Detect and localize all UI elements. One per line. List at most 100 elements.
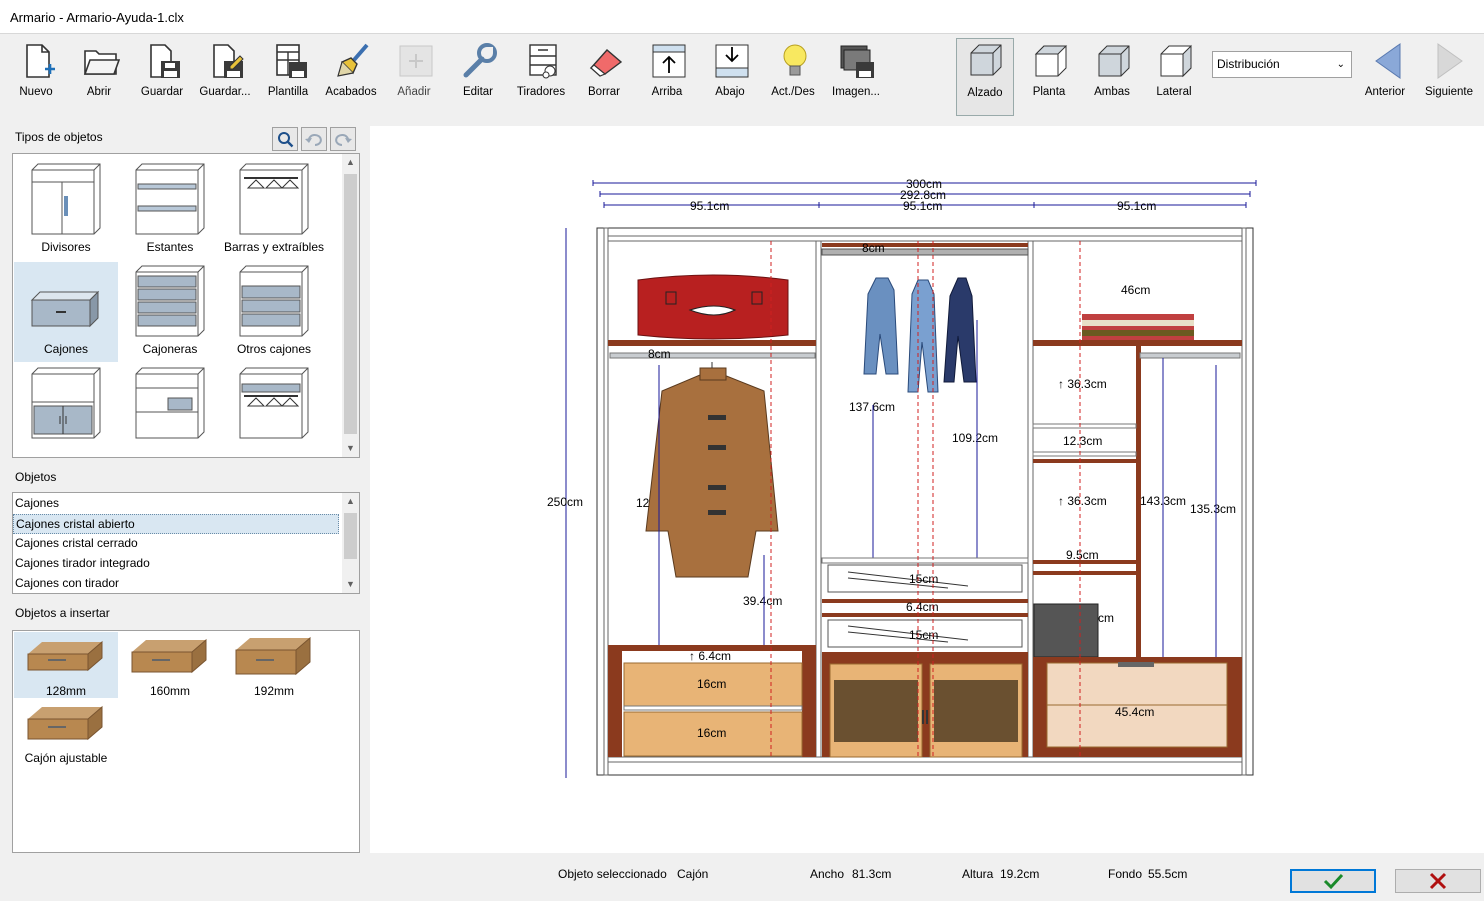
plan-view-button[interactable]: Planta bbox=[1018, 40, 1080, 106]
lightbulb-icon bbox=[783, 44, 807, 76]
dim-6cm-mid: 6.4cm bbox=[906, 600, 939, 614]
type-tile-divisores[interactable]: Divisores bbox=[14, 160, 118, 260]
cube-top-icon bbox=[1034, 45, 1068, 77]
insert-label: 128mm bbox=[45, 684, 86, 698]
selected-object-label: Objeto seleccionado bbox=[558, 867, 667, 881]
arrow-up-icon bbox=[652, 44, 686, 78]
types-scrollbar[interactable]: ▲ ▼ bbox=[342, 154, 359, 457]
dim-15cm-b: 15cm bbox=[909, 628, 938, 642]
height-label: Altura bbox=[962, 867, 994, 881]
edit-button[interactable]: Editar bbox=[447, 40, 509, 106]
ok-button[interactable] bbox=[1290, 869, 1376, 893]
toolbar: Nuevo Abrir Guardar Guardar... Plantilla… bbox=[0, 34, 1484, 126]
dim-cm-box: cm bbox=[1098, 611, 1114, 625]
side-view-label: Lateral bbox=[1156, 86, 1192, 98]
type-label: Barras y extraíbles bbox=[223, 240, 325, 254]
dim-12-left: 12 bbox=[636, 496, 650, 510]
open-button[interactable]: Abrir bbox=[68, 40, 130, 106]
search-button[interactable] bbox=[272, 127, 298, 151]
folded-clothes-item bbox=[1082, 314, 1194, 340]
scroll-down-icon[interactable]: ▼ bbox=[342, 440, 359, 457]
view-mode-value: Distribución bbox=[1217, 57, 1280, 71]
dim-module-2: 95.1cm bbox=[903, 199, 942, 213]
type-tile-accesorios[interactable] bbox=[118, 364, 222, 456]
drawer-adjustable-icon bbox=[27, 705, 103, 741]
image-label: Imagen... bbox=[832, 86, 880, 98]
shelf bbox=[608, 340, 816, 346]
list-item[interactable]: Cajones bbox=[13, 494, 339, 514]
elevation-view-button[interactable]: Alzado bbox=[956, 38, 1014, 116]
previous-label: Anterior bbox=[1364, 86, 1406, 98]
finishes-button[interactable]: Acabados bbox=[320, 40, 382, 106]
triangle-right-icon bbox=[1437, 43, 1463, 79]
scroll-up-icon[interactable]: ▲ bbox=[342, 493, 359, 510]
move-down-button[interactable]: Abajo bbox=[699, 40, 761, 106]
redo-button[interactable] bbox=[330, 127, 356, 151]
objects-scrollbar[interactable]: ▲ ▼ bbox=[342, 493, 359, 593]
add-button[interactable]: Añadir bbox=[383, 40, 445, 106]
title-bar: Armario - Armario-Ayuda-1.clx bbox=[0, 0, 1484, 34]
insert-item-128[interactable]: 128mm bbox=[14, 632, 118, 698]
decoration-thumbnail bbox=[239, 367, 309, 439]
dim-137cm: 137.6cm bbox=[849, 400, 895, 414]
objects-heading: Objetos bbox=[15, 470, 57, 484]
image-icon bbox=[840, 45, 874, 78]
new-button[interactable]: Nuevo bbox=[5, 40, 67, 106]
next-button[interactable]: Siguiente bbox=[1418, 40, 1480, 106]
dim-6cm-left: ↑ 6.4cm bbox=[689, 649, 731, 663]
search-icon bbox=[278, 132, 294, 148]
type-tile-estantes[interactable]: Estantes bbox=[118, 160, 222, 260]
design-canvas[interactable]: 300cm 292.8cm 95.1cm 95.1cm 95.1cm 250cm bbox=[370, 126, 1484, 853]
scroll-thumb[interactable] bbox=[344, 174, 357, 434]
type-tile-barras[interactable]: Barras y extraíbles bbox=[222, 160, 326, 260]
list-item[interactable]: Cajones tirador integrado bbox=[13, 554, 339, 574]
type-label: Divisores bbox=[41, 240, 91, 254]
save-button[interactable]: Guardar bbox=[131, 40, 193, 106]
type-tile-otros-cajones[interactable]: Otros cajones bbox=[222, 262, 326, 362]
scroll-thumb[interactable] bbox=[344, 513, 357, 559]
type-tile-puertas[interactable] bbox=[14, 364, 118, 456]
template-button[interactable]: Plantilla bbox=[257, 40, 319, 106]
handles-button[interactable]: Tiradores bbox=[510, 40, 572, 106]
save-as-button[interactable]: Guardar... bbox=[194, 40, 256, 106]
move-up-button[interactable]: Arriba bbox=[636, 40, 698, 106]
cancel-button[interactable] bbox=[1395, 869, 1481, 893]
cube-both-icon bbox=[1098, 45, 1130, 77]
both-view-button[interactable]: Ambas bbox=[1081, 40, 1143, 106]
view-mode-select[interactable]: Distribución ⌄ bbox=[1212, 51, 1352, 78]
insert-item-adjustable[interactable]: Cajón ajustable bbox=[14, 699, 118, 765]
add-label: Añadir bbox=[397, 86, 431, 98]
template-icon bbox=[276, 44, 307, 78]
save-as-icon bbox=[213, 44, 244, 78]
image-button[interactable]: Imagen... bbox=[825, 40, 887, 106]
arrow-down-icon bbox=[715, 44, 749, 78]
insert-item-160[interactable]: 160mm bbox=[118, 632, 222, 698]
dim-46cm: 46cm bbox=[1121, 283, 1150, 297]
depth-label: Fondo bbox=[1108, 867, 1143, 881]
type-tile-cajoneras[interactable]: Cajoneras bbox=[118, 262, 222, 362]
side-view-button[interactable]: Lateral bbox=[1143, 40, 1205, 106]
type-tile-cajones[interactable]: Cajones bbox=[14, 262, 118, 362]
x-icon bbox=[1429, 872, 1447, 890]
drawer-128-icon bbox=[27, 640, 103, 672]
dim-8cm-left: 8cm bbox=[648, 347, 671, 361]
selected-object-value: Cajón bbox=[677, 867, 709, 881]
list-item[interactable]: Cajones cristal cerrado bbox=[13, 534, 339, 554]
previous-button[interactable]: Anterior bbox=[1354, 40, 1416, 106]
dim-16cm-b: 16cm bbox=[697, 726, 726, 740]
type-tile-decoracion[interactable] bbox=[222, 364, 326, 456]
scroll-up-icon[interactable]: ▲ bbox=[342, 154, 359, 171]
undo-button[interactable] bbox=[301, 127, 327, 151]
status-bar: Objeto seleccionado Cajón Ancho 81.3cm A… bbox=[0, 853, 1484, 901]
insert-item-192[interactable]: 192mm bbox=[222, 632, 326, 698]
toggle-button[interactable]: Act./Des bbox=[762, 40, 824, 106]
list-item[interactable]: Cajones cristal abierto bbox=[13, 514, 339, 534]
new-file-icon bbox=[26, 44, 55, 78]
undo-icon bbox=[305, 134, 322, 146]
dim-8cm-mid: 8cm bbox=[862, 241, 885, 255]
list-item[interactable]: Cajones con tirador bbox=[13, 574, 339, 594]
red-bag-item bbox=[637, 274, 789, 340]
wardrobe-elevation[interactable]: 300cm 292.8cm 95.1cm 95.1cm 95.1cm 250cm bbox=[370, 126, 1484, 853]
delete-button[interactable]: Borrar bbox=[573, 40, 635, 106]
scroll-down-icon[interactable]: ▼ bbox=[342, 576, 359, 593]
